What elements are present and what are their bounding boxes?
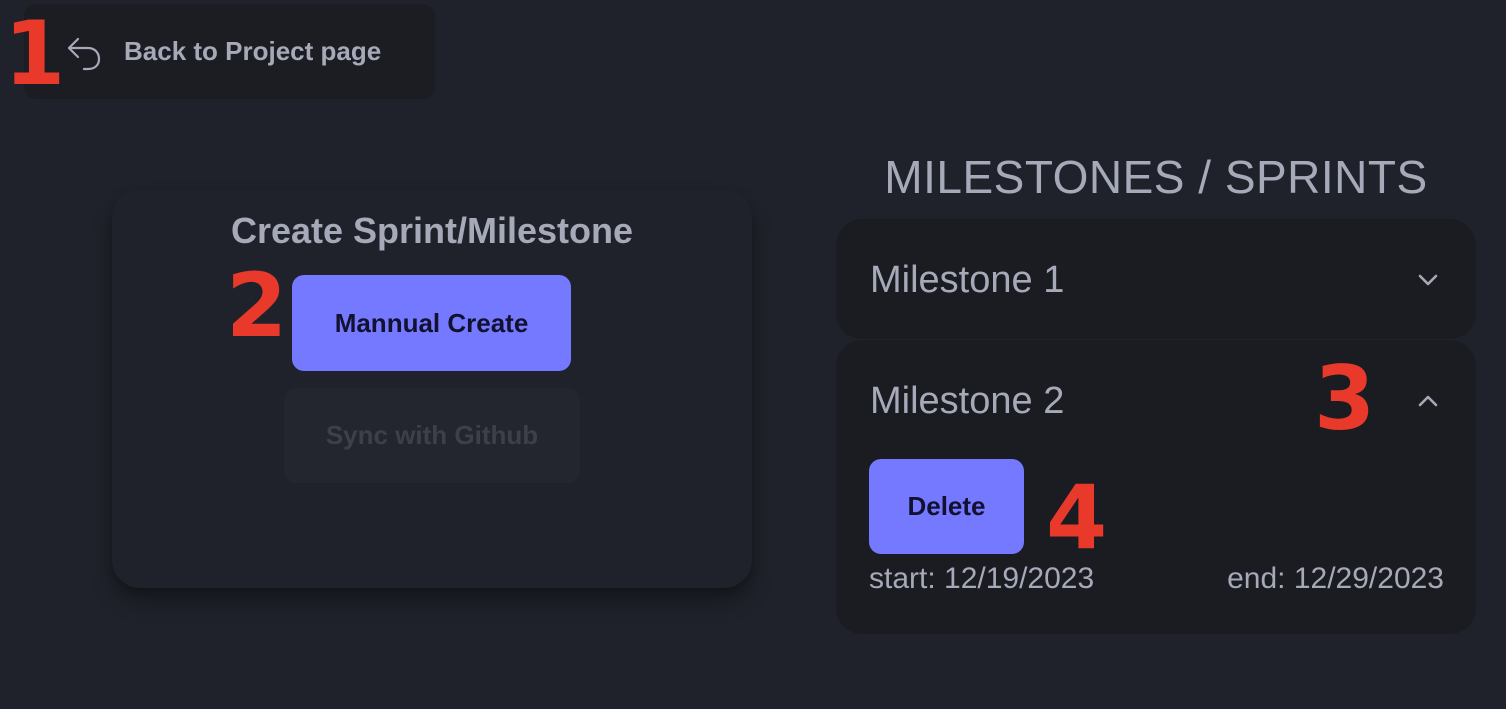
milestone-header[interactable]: Milestone 2 [836, 340, 1476, 460]
delete-milestone-button[interactable]: Delete [869, 459, 1024, 554]
back-to-project-label: Back to Project page [124, 36, 382, 66]
annotation-number: 2 [226, 254, 288, 357]
chevron-up-icon[interactable] [1410, 383, 1446, 419]
milestone-header[interactable]: Milestone 1 [836, 219, 1476, 339]
create-milestone-card: Create Sprint/Milestone Mannual Create S… [112, 190, 752, 588]
milestone-item: Milestone 1 [836, 219, 1476, 339]
milestone-end-date: end: 12/29/2023 [1227, 562, 1444, 595]
sync-with-github-button[interactable]: Sync with Github [284, 388, 580, 483]
back-to-project-button[interactable]: Back to Project page [24, 4, 435, 99]
milestones-heading: MILESTONES / SPRINTS [884, 151, 1428, 203]
milestone-title: Milestone 1 [870, 259, 1065, 301]
annotation-number: 3 [1314, 347, 1376, 450]
milestone-title: Milestone 2 [870, 380, 1065, 422]
annotation-number: 1 [4, 2, 66, 105]
undo-arrow-icon [64, 32, 104, 72]
create-milestone-title: Create Sprint/Milestone [230, 210, 634, 251]
chevron-down-icon[interactable] [1410, 262, 1446, 298]
annotation-number: 4 [1046, 466, 1108, 569]
manual-create-button[interactable]: Mannual Create [292, 275, 571, 371]
milestone-item: Milestone 2 Delete start: 12/19/2023 end… [836, 340, 1476, 634]
